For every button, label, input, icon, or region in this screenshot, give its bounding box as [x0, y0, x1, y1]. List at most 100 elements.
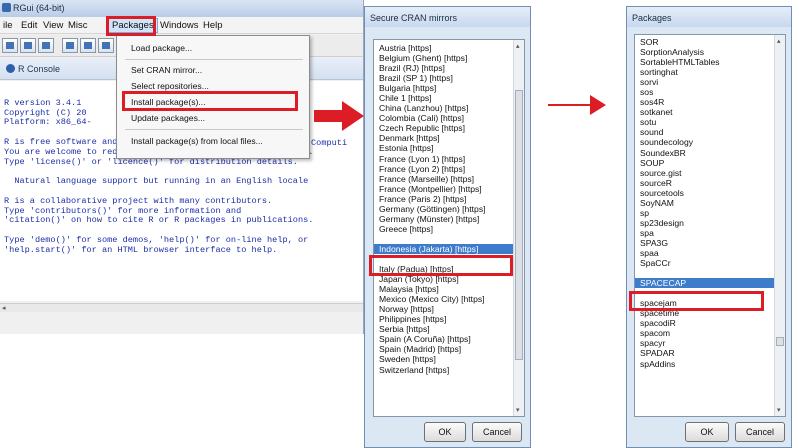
tutorial-screenshot: RGui (64-bit) ile Edit View Misc Package… — [0, 0, 799, 448]
mirror-item[interactable]: Colombia (Cali) [https] — [374, 113, 524, 123]
mirror-item[interactable]: Brazil (SP 1) [https] — [374, 73, 524, 83]
mirror-item[interactable]: Bulgaria [https] — [374, 83, 524, 93]
package-item[interactable]: sotu — [635, 117, 785, 127]
mirror-item[interactable] — [374, 234, 524, 244]
package-item[interactable]: SpaCCr — [635, 258, 785, 268]
mirror-item[interactable]: Spain (A Coruña) [https] — [374, 334, 524, 344]
menu-update-packages[interactable]: Update packages... — [118, 111, 308, 125]
load-workspace-icon[interactable] — [20, 38, 36, 53]
mirror-item[interactable]: Chile 1 [https] — [374, 93, 524, 103]
package-item[interactable]: source.gist — [635, 168, 785, 178]
package-item[interactable]: SorptionAnalysis — [635, 47, 785, 57]
package-item[interactable]: spAddins — [635, 359, 785, 369]
mirror-item[interactable]: Austria [https] — [374, 43, 524, 53]
mirror-item[interactable]: France (Paris 2) [https] — [374, 194, 524, 204]
mirror-item[interactable]: Sweden [https] — [374, 354, 524, 364]
package-item[interactable]: SoyNAM — [635, 198, 785, 208]
mirror-item[interactable]: France (Montpellier) [https] — [374, 184, 524, 194]
highlight-packages-menu — [106, 16, 156, 36]
mirror-item[interactable]: France (Lyon 1) [https] — [374, 154, 524, 164]
save-workspace-icon[interactable] — [38, 38, 54, 53]
menu-separator — [125, 129, 303, 130]
highlight-spacecap-package — [629, 291, 764, 311]
mirrors-cancel-button[interactable]: Cancel — [472, 422, 522, 442]
package-item[interactable]: sorvi — [635, 77, 785, 87]
package-item[interactable]: sourceR — [635, 178, 785, 188]
package-item[interactable]: SortableHTMLTables — [635, 57, 785, 67]
menu-windows[interactable]: Windows — [157, 19, 202, 32]
package-item[interactable]: spacyr — [635, 338, 785, 348]
package-item[interactable]: SPADAR — [635, 348, 785, 358]
package-item[interactable]: sos — [635, 87, 785, 97]
menu-install-from-local[interactable]: Install package(s) from local files... — [118, 134, 308, 148]
package-item[interactable]: sp — [635, 208, 785, 218]
mirror-item[interactable]: Greece [https] — [374, 224, 524, 234]
package-item[interactable]: spa — [635, 228, 785, 238]
mirror-item[interactable]: France (Lyon 2) [https] — [374, 164, 524, 174]
package-item[interactable]: sourcetools — [635, 188, 785, 198]
mirror-item[interactable]: Philippines [https] — [374, 314, 524, 324]
package-item[interactable]: sp23design — [635, 218, 785, 228]
rgui-title: RGui (64-bit) — [13, 3, 65, 13]
packages-cancel-button[interactable]: Cancel — [735, 422, 785, 442]
menu-view[interactable]: View — [40, 19, 66, 32]
copy-paste-icon[interactable] — [98, 38, 114, 53]
package-item[interactable]: sotkanet — [635, 107, 785, 117]
menu-misc[interactable]: Misc — [65, 19, 91, 32]
arrow-right-icon — [548, 95, 606, 115]
package-item[interactable]: sound — [635, 127, 785, 137]
package-item[interactable] — [635, 268, 785, 278]
mirror-item[interactable]: Serbia [https] — [374, 324, 524, 334]
mirror-item[interactable]: Brazil (RJ) [https] — [374, 63, 524, 73]
mirrors-list[interactable]: Austria [https] Belgium (Ghent) [https] Br… — [373, 39, 525, 417]
console-horizontal-scrollbar[interactable]: ◂ — [0, 303, 363, 312]
mirror-item[interactable]: France (Marseille) [https] — [374, 174, 524, 184]
package-item-selected[interactable]: SPACECAP — [635, 278, 785, 289]
mirror-item[interactable]: China (Lanzhou) [https] — [374, 103, 524, 113]
mirror-item[interactable]: Switzerland [https] — [374, 365, 524, 375]
scroll-up-icon[interactable]: ▴ — [516, 42, 520, 50]
packages-scroll-thumb[interactable] — [776, 337, 784, 346]
open-script-icon[interactable] — [2, 38, 18, 53]
mirror-item[interactable]: Germany (Münster) [https] — [374, 214, 524, 224]
mirror-item[interactable]: Germany (Göttingen) [https] — [374, 204, 524, 214]
package-item[interactable]: SoundexBR — [635, 148, 785, 158]
mirror-item[interactable]: Estonia [https] — [374, 143, 524, 153]
scroll-down-icon[interactable]: ▾ — [777, 406, 781, 414]
mirrors-ok-button[interactable]: OK — [424, 422, 466, 442]
package-item[interactable]: SOR — [635, 37, 785, 47]
mirrors-scroll-thumb[interactable] — [515, 90, 523, 360]
console-line: 'citation()' on how to cite R or R packa… — [4, 215, 314, 226]
packages-ok-button[interactable]: OK — [685, 422, 729, 442]
paste-icon[interactable] — [80, 38, 96, 53]
mirror-item[interactable]: Norway [https] — [374, 304, 524, 314]
mirror-item[interactable]: Malaysia [https] — [374, 284, 524, 294]
package-item[interactable]: sortinghat — [635, 67, 785, 77]
r-console-icon — [6, 64, 15, 73]
menu-edit[interactable]: Edit — [18, 19, 40, 32]
menu-set-cran-mirror[interactable]: Set CRAN mirror... — [118, 63, 308, 77]
mirror-item[interactable]: Denmark [https] — [374, 133, 524, 143]
packages-list-scrollbar[interactable]: ▴ ▾ — [774, 35, 785, 416]
menu-help[interactable]: Help — [200, 19, 226, 32]
mirror-item[interactable]: Spain (Madrid) [https] — [374, 344, 524, 354]
mirror-item[interactable]: Czech Republic [https] — [374, 123, 524, 133]
package-item[interactable]: SPA3G — [635, 238, 785, 248]
mirror-item[interactable]: Mexico (Mexico City) [https] — [374, 294, 524, 304]
mirrors-list-scrollbar[interactable]: ▴ ▾ — [513, 40, 524, 416]
package-item[interactable]: spaa — [635, 248, 785, 258]
packages-list[interactable]: SOR SorptionAnalysis SortableHTMLTables sor… — [634, 34, 786, 417]
scroll-down-icon[interactable]: ▾ — [516, 406, 520, 414]
copy-icon[interactable] — [62, 38, 78, 53]
menu-load-package[interactable]: Load package... — [118, 41, 308, 55]
package-item[interactable]: spacodiR — [635, 318, 785, 328]
mirror-item[interactable]: Belgium (Ghent) [https] — [374, 53, 524, 63]
scroll-up-icon[interactable]: ▴ — [777, 37, 781, 45]
menu-file[interactable]: ile — [0, 19, 16, 32]
package-item[interactable]: spacom — [635, 328, 785, 338]
mirror-item-selected[interactable]: Indonesia (Jakarta) [https] — [374, 243, 524, 254]
package-item[interactable]: soundecology — [635, 137, 785, 147]
scroll-left-icon[interactable]: ◂ — [2, 304, 6, 312]
package-item[interactable]: SOUP — [635, 158, 785, 168]
package-item[interactable]: sos4R — [635, 97, 785, 107]
